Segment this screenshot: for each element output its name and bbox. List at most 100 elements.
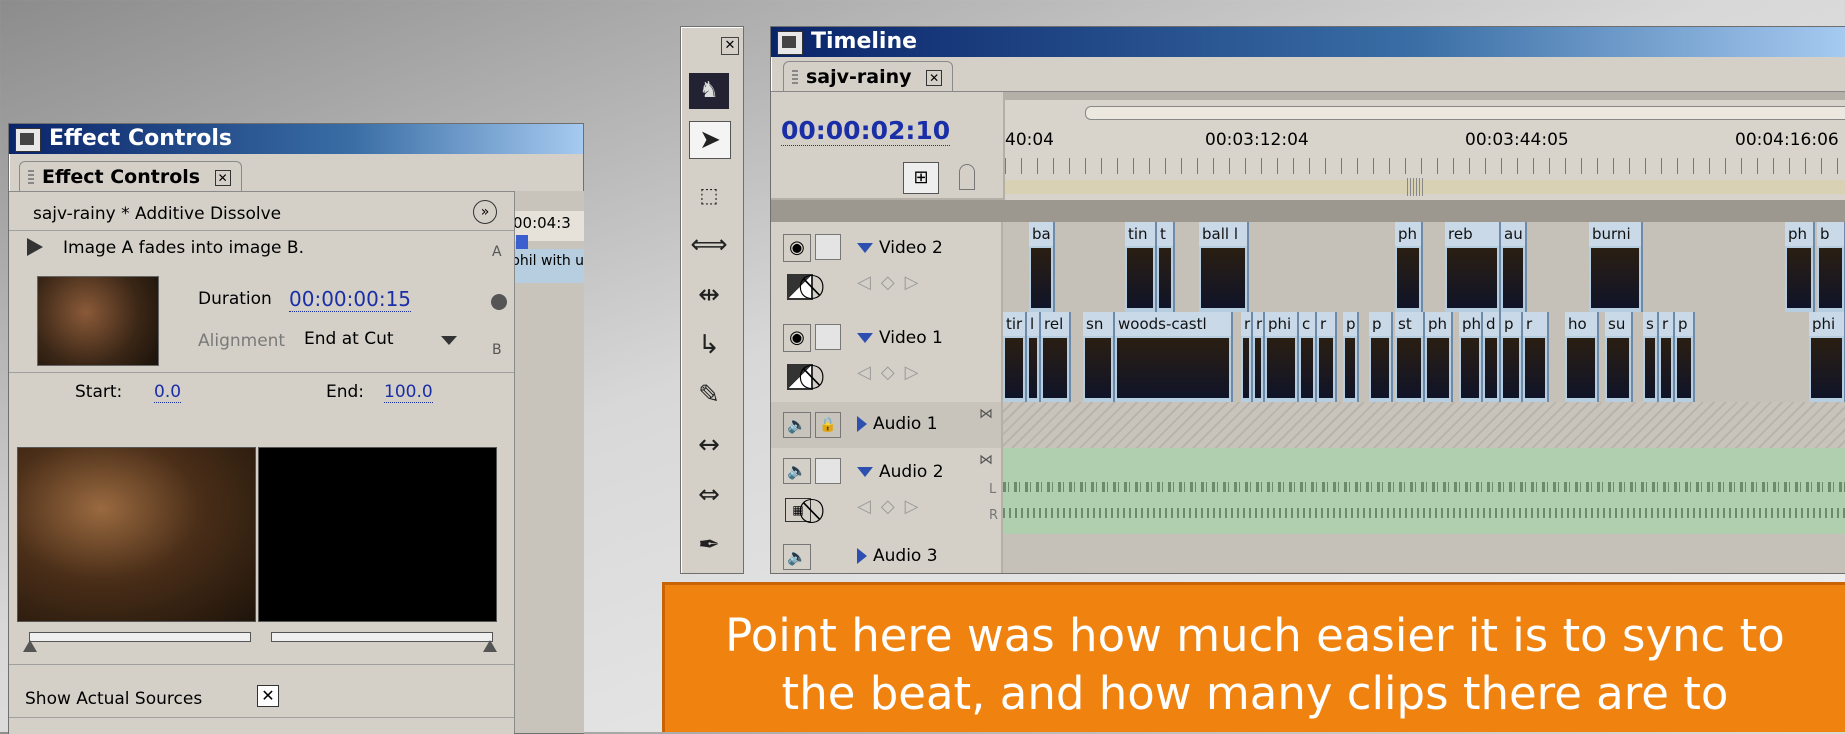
clip[interactable]: reb xyxy=(1445,222,1501,312)
expand-icon[interactable] xyxy=(857,548,867,564)
clip[interactable]: ph xyxy=(1395,222,1423,312)
duration-value[interactable]: 00:00:00:15 xyxy=(289,287,412,312)
work-area-grip[interactable] xyxy=(1407,178,1423,196)
track-header-video-2: ◉ Video 2 ⃠ ◁◇▷ xyxy=(771,222,1001,313)
slip-tool-icon[interactable]: ↔ xyxy=(689,427,729,463)
waveform-display-icon[interactable]: ▦ xyxy=(785,498,811,522)
clip[interactable]: tir xyxy=(1003,312,1027,402)
eye-icon[interactable]: ◉ xyxy=(783,234,811,262)
close-icon[interactable]: ✕ xyxy=(214,169,231,186)
selection-tool-icon[interactable]: ➤ xyxy=(689,121,731,159)
rate-stretch-tool-icon[interactable]: ↳ xyxy=(689,327,729,363)
clip[interactable]: p xyxy=(1675,312,1695,402)
clip[interactable]: tin xyxy=(1125,222,1157,312)
clip[interactable]: r xyxy=(1253,312,1265,402)
tools-close-icon[interactable]: ✕ xyxy=(721,37,739,55)
clip[interactable]: s xyxy=(1643,312,1659,402)
audio-link-icon[interactable]: ⋈ xyxy=(979,406,993,422)
set-marker-icon[interactable] xyxy=(959,164,975,190)
ruler-tick-label: 00:03:12:04 xyxy=(1205,130,1309,150)
lock-toggle[interactable] xyxy=(815,324,841,350)
snap-toggle-icon[interactable]: ⊞ xyxy=(903,162,939,194)
collapse-icon[interactable] xyxy=(857,333,873,343)
slide-tool-icon[interactable]: ⇔ xyxy=(689,477,729,513)
clip[interactable]: ba xyxy=(1029,222,1055,312)
clip[interactable]: sn xyxy=(1083,312,1115,402)
work-area-bar[interactable] xyxy=(1005,180,1845,194)
track-name-audio-3[interactable]: Audio 3 xyxy=(857,546,938,566)
clip[interactable]: r xyxy=(1659,312,1675,402)
clip[interactable]: au xyxy=(1501,222,1527,312)
track-name-video-2[interactable]: Video 2 xyxy=(857,238,943,258)
clip[interactable]: ph xyxy=(1459,312,1483,402)
keyframe-nav-icons[interactable]: ◁◇▷ xyxy=(857,272,929,293)
show-timeline-toggle-icon[interactable]: » xyxy=(473,200,497,224)
clip[interactable]: st xyxy=(1395,312,1425,402)
clip[interactable]: su xyxy=(1605,312,1633,402)
reverse-icon[interactable] xyxy=(491,294,507,310)
clip[interactable]: d xyxy=(1483,312,1501,402)
close-icon[interactable]: ✕ xyxy=(926,69,943,86)
clip[interactable]: p xyxy=(1343,312,1359,402)
effect-controls-titlebar[interactable]: Effect Controls xyxy=(9,124,583,154)
razor-tool-icon[interactable]: ✎ xyxy=(689,377,729,413)
show-sources-checkbox[interactable]: ✕ xyxy=(257,685,279,707)
current-timecode[interactable]: 00:00:02:10 xyxy=(781,116,951,146)
timeline-titlebar[interactable]: Timeline xyxy=(771,27,1845,57)
end-value[interactable]: 100.0 xyxy=(384,382,433,403)
track-name-video-1[interactable]: Video 1 xyxy=(857,328,943,348)
clip[interactable]: ph xyxy=(1785,222,1815,312)
lock-toggle[interactable] xyxy=(815,234,841,260)
side-a-label: A xyxy=(492,244,502,260)
clip[interactable]: phi xyxy=(1265,312,1299,402)
lock-icon[interactable]: 🔒 xyxy=(815,412,841,438)
collapse-icon[interactable] xyxy=(857,243,873,253)
track-name-audio-2[interactable]: Audio 2 xyxy=(857,462,944,482)
play-preview-icon[interactable] xyxy=(27,238,43,256)
rolling-edit-tool-icon[interactable]: ⇹ xyxy=(689,277,729,313)
clip[interactable]: r xyxy=(1523,312,1549,402)
eye-icon[interactable]: ◉ xyxy=(783,324,811,352)
zoom-scroll-bar[interactable] xyxy=(1085,106,1845,120)
clip[interactable]: t xyxy=(1157,222,1175,312)
clip[interactable]: woods-castl xyxy=(1115,312,1233,402)
clip[interactable]: l xyxy=(1027,312,1041,402)
clip[interactable]: burni xyxy=(1589,222,1643,312)
alignment-dropdown[interactable]: End at Cut xyxy=(304,329,394,349)
start-slider-handle[interactable] xyxy=(23,640,37,652)
clip[interactable]: ball l xyxy=(1199,222,1249,312)
tab-sequence[interactable]: sajv-rainy ✕ xyxy=(783,61,954,91)
chevron-down-icon[interactable] xyxy=(441,336,457,345)
start-value[interactable]: 0.0 xyxy=(154,382,182,403)
time-ruler[interactable]: 40:04 00:03:12:04 00:03:44:05 00:04:16:0… xyxy=(1005,100,1845,201)
ripple-edit-tool-icon[interactable]: ⟺ xyxy=(689,227,729,263)
end-slider-handle[interactable] xyxy=(483,640,497,652)
clip[interactable]: ho xyxy=(1565,312,1599,402)
pen-tool-icon[interactable]: ✒ xyxy=(689,527,729,563)
expand-icon[interactable] xyxy=(857,416,867,432)
clip[interactable]: b xyxy=(1817,222,1845,312)
speaker-icon[interactable]: 🔈 xyxy=(783,544,811,570)
clip[interactable]: r xyxy=(1317,312,1337,402)
clip[interactable]: p xyxy=(1501,312,1523,402)
clip[interactable]: c xyxy=(1299,312,1317,402)
clip[interactable]: ph xyxy=(1425,312,1453,402)
clip[interactable]: p xyxy=(1369,312,1393,402)
keyframe-nav-icons[interactable]: ◁◇▷ xyxy=(857,496,929,517)
audio-link-icon[interactable]: ⋈ xyxy=(979,452,993,468)
track-name-audio-1[interactable]: Audio 1 xyxy=(857,414,938,434)
start-slider-track[interactable] xyxy=(29,632,251,642)
clip[interactable]: rel xyxy=(1041,312,1071,402)
track-select-tool-icon[interactable]: ⬚ xyxy=(689,177,729,213)
display-style-icon[interactable] xyxy=(787,274,813,300)
clip[interactable]: phi xyxy=(1809,312,1845,402)
clip[interactable]: r xyxy=(1241,312,1253,402)
keyframe-nav-icons[interactable]: ◁◇▷ xyxy=(857,362,929,383)
collapse-icon[interactable] xyxy=(857,467,873,477)
lock-toggle[interactable] xyxy=(815,458,841,484)
speaker-icon[interactable]: 🔈 xyxy=(783,458,811,484)
speaker-icon[interactable]: 🔈 xyxy=(783,412,811,438)
tab-effect-controls[interactable]: Effect Controls ✕ xyxy=(19,161,242,191)
display-style-icon[interactable] xyxy=(787,364,813,390)
end-slider-track[interactable] xyxy=(271,632,493,642)
